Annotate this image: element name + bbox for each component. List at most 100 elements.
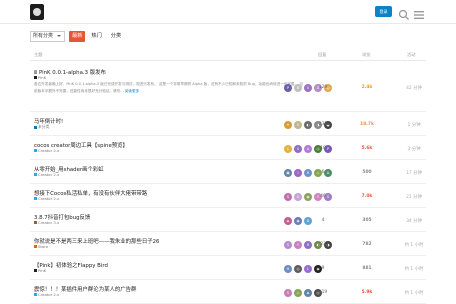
avatar[interactable]: ◈	[284, 217, 292, 225]
category-name: 未分类	[38, 124, 50, 129]
topic-posters: ◈ ◉ D	[284, 217, 312, 225]
reply-count[interactable]: 23	[310, 242, 336, 247]
reply-count[interactable]: 129	[310, 85, 336, 90]
category-name: PinK	[38, 75, 47, 80]
view-count: 881	[362, 266, 372, 271]
avatar[interactable]: G	[294, 193, 302, 201]
topic-nav: 最新 热门 分类	[69, 30, 124, 42]
login-button[interactable]: 登录	[375, 6, 392, 17]
avatar[interactable]: P	[284, 84, 292, 92]
topic-row[interactable]: 马年倒计时! 未分类 ✦ S ◐ ◑ ◒ 232 18.7k 1 分钟	[30, 112, 426, 136]
read-more-link[interactable]: 阅读更多	[124, 89, 139, 93]
avatar[interactable]: S	[284, 193, 292, 201]
topic-row[interactable]: cocos creator周边工具【spine预览】 Creator 2.x C S A…	[30, 136, 426, 160]
avatar[interactable]: ▣	[284, 169, 292, 177]
category-badge[interactable]: 未分类	[34, 124, 49, 130]
category-badge[interactable]: Creator 3.x	[34, 220, 59, 225]
view-count: 7.0k	[361, 194, 373, 199]
topic-excerpt: 各位开发者晚上好，PinK 0.0.1-alpha.3 版已完成开发与测试，现进…	[34, 81, 304, 95]
category-color-swatch	[34, 76, 37, 79]
activity-time[interactable]: 17 分钟	[399, 170, 429, 176]
topic-title-text: PinK 0.0.1-alpha.3 版发布	[39, 70, 106, 76]
activity-time[interactable]: 约 1 小时	[399, 290, 429, 296]
avatar[interactable]: B	[294, 84, 302, 92]
reply-count[interactable]: 119	[310, 290, 336, 295]
header-views[interactable]: 浏览	[362, 52, 370, 58]
search-icon[interactable]	[398, 6, 410, 20]
avatar[interactable]: Y	[294, 241, 302, 249]
category-color-swatch	[34, 221, 37, 224]
avatar[interactable]: C	[284, 145, 292, 153]
category-color-swatch	[34, 173, 37, 176]
reply-count[interactable]: 18	[310, 146, 336, 151]
avatar[interactable]: ✦	[284, 121, 292, 129]
topic-row[interactable]: 想接下Cocos私活私单，有没有伙伴大佬带带路 Creator 2.x S G ◉ Y S 4…	[30, 184, 426, 208]
avatar[interactable]: I	[294, 169, 302, 177]
view-count: 5.6k	[361, 146, 373, 151]
reply-count[interactable]: 4	[310, 218, 336, 223]
category-badge[interactable]: PinK	[34, 75, 46, 80]
reply-count[interactable]: 46	[310, 194, 336, 199]
topic-row[interactable]: 从零开始_用shader画个彩虹 Creator 2.x ▣ I H ◇ A 6 500 17 分…	[30, 160, 426, 184]
category-name: Creator 2.x	[38, 148, 60, 153]
activity-time[interactable]: 约 1 小时	[399, 266, 429, 272]
avatar[interactable]: ◇	[294, 289, 302, 297]
category-name: Creator 2.x	[38, 196, 60, 201]
activity-time[interactable]: 1 分钟	[399, 122, 429, 128]
avatar[interactable]: S	[294, 121, 302, 129]
avatar[interactable]: ◉	[294, 217, 302, 225]
topic-title-text: 你就说是不是两三来上班吧——我朱业的那些日子26	[34, 239, 160, 245]
category-badge[interactable]: PinK	[34, 268, 46, 273]
topic-row[interactable]: PinK 0.0.1-alpha.3 版发布 PinK 各位开发者晚上好，PinK …	[30, 62, 426, 112]
reply-count[interactable]: 232	[310, 122, 336, 127]
avatar[interactable]: H	[284, 265, 292, 273]
activity-time[interactable]: 42 分钟	[399, 85, 429, 91]
activity-time[interactable]: 34 分钟	[399, 218, 429, 224]
activity-time[interactable]: 约 1 小时	[399, 242, 429, 248]
tab-latest[interactable]: 最新	[69, 30, 86, 42]
topic-row[interactable]: 震惊！！！某插件用户群沦为某人的广告群 Creator 2.x S ◇ ◈ ◎ 119 5.9…	[30, 280, 426, 304]
activity-time[interactable]: 21 分钟	[399, 194, 429, 200]
header-activity[interactable]: 活动	[407, 52, 415, 58]
header-replies[interactable]: 回复	[318, 52, 326, 58]
hamburger-menu-icon[interactable]	[413, 6, 425, 19]
view-count: 305	[362, 218, 372, 223]
category-badge[interactable]: Store	[34, 244, 48, 249]
reply-count[interactable]: 6	[310, 170, 336, 175]
category-name: Creator 2.x	[38, 172, 60, 177]
pin-icon	[34, 70, 37, 74]
site-logo[interactable]	[30, 4, 44, 20]
header-topic[interactable]: 主题	[34, 52, 42, 58]
category-badge[interactable]: Creator 2.x	[34, 196, 59, 201]
view-count: 2.4k	[361, 85, 373, 90]
view-count: 5.9k	[361, 290, 373, 295]
category-badge[interactable]: Creator 2.x	[34, 292, 59, 297]
avatar[interactable]: S	[284, 289, 292, 297]
tab-top[interactable]: 热门	[88, 31, 104, 42]
topic-row[interactable]: 3.8.7抖音打包bug反馈 Creator 3.x ◈ ◉ D 4 305 34 分钟	[30, 208, 426, 232]
topic-list-header: 主题 回复 浏览 活动	[30, 52, 426, 61]
reply-count[interactable]: 9	[310, 266, 336, 271]
category-name: PinK	[38, 268, 47, 273]
topic-row[interactable]: 你就说是不是两三来上班吧——我朱业的那些日子26 Store S Y R ◐ ◑ 23 782 约…	[30, 232, 426, 256]
activity-time[interactable]: 3 分钟	[399, 146, 429, 152]
excerpt-text: 各位开发者晚上好，PinK 0.0.1-alpha.3 版已完成开发与测试，现进…	[34, 82, 303, 93]
category-name: Store	[38, 244, 49, 249]
topic-title-link[interactable]: 你就说是不是两三来上班吧——我朱业的那些日子26	[34, 237, 159, 245]
view-count: 782	[362, 242, 372, 247]
category-name: Creator 3.x	[38, 220, 60, 225]
avatar[interactable]: S	[294, 145, 302, 153]
avatar[interactable]: S	[284, 241, 292, 249]
topic-controls: 所有分类 最新 热门 分类	[30, 30, 124, 42]
category-color-swatch	[34, 293, 37, 296]
view-count: 500	[362, 170, 372, 175]
avatar[interactable]: ◎	[294, 265, 302, 273]
category-color-swatch	[34, 245, 37, 248]
category-badge[interactable]: Creator 2.x	[34, 148, 59, 153]
category-badge[interactable]: Creator 2.x	[34, 172, 59, 177]
category-select[interactable]: 所有分类	[30, 30, 65, 42]
topic-row[interactable]: 【Pink】初体验之Flappy Bird PinK H ◎ L ◉ 9 881 约 1 小时	[30, 256, 426, 280]
category-color-swatch	[34, 149, 37, 152]
category-color-swatch	[34, 125, 37, 129]
tab-categories[interactable]: 分类	[108, 31, 124, 42]
